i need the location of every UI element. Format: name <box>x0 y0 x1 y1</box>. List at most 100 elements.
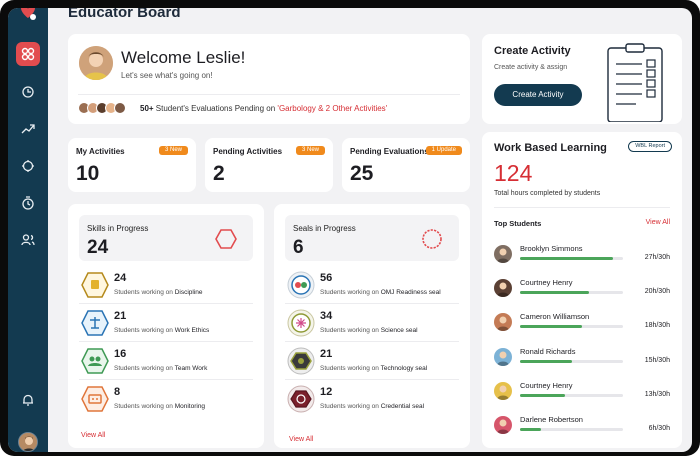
student-name: Courtney Henry <box>520 278 573 288</box>
working-text: Students working on <box>114 327 175 334</box>
working-text: Students working on <box>114 365 175 372</box>
seal-name: Technology seal <box>380 365 428 372</box>
create-activity-title: Create Activity <box>494 45 571 57</box>
student-avatar <box>494 245 512 263</box>
student-row[interactable]: Cameron Williamson 18h/30h <box>494 310 670 340</box>
skill-item[interactable]: 21 Students working on Work Ethics <box>79 306 253 342</box>
pending-count: 50+ <box>140 104 154 113</box>
stat-badge: 1 Update <box>425 146 462 155</box>
stat-label: Pending Activities <box>213 147 283 156</box>
seal-name: OMJ Readiness seal <box>380 289 441 296</box>
work-ethics-icon <box>81 310 109 336</box>
seal-count: 34 <box>320 310 333 322</box>
student-progress-fill <box>520 291 589 295</box>
nav-schedule[interactable] <box>16 191 40 215</box>
user-avatar[interactable] <box>18 432 38 452</box>
nav-progress[interactable] <box>16 117 40 141</box>
skill-desc: Students working on Team Work <box>114 365 207 372</box>
trending-up-icon <box>21 124 35 134</box>
student-name: Cameron Williamson <box>520 312 590 322</box>
stat-label: My Activities <box>76 147 125 156</box>
skill-item[interactable]: 16 Students working on Team Work <box>79 344 253 380</box>
pending-text: Student's Evaluations Pending on <box>153 104 278 113</box>
student-name: Ronald Richards <box>520 346 576 356</box>
skills-view-all-link[interactable]: View All <box>81 432 105 439</box>
stat-badge: 3 New <box>158 146 188 155</box>
student-avatar <box>494 313 512 332</box>
skills-summary: Skills in Progress 24 <box>79 215 253 261</box>
seals-view-all-link[interactable]: View All <box>289 436 313 443</box>
student-progress-fill <box>520 257 613 260</box>
create-activity-button[interactable]: Create Activity <box>494 84 582 106</box>
technology-seal-icon <box>287 347 315 375</box>
wbl-total-hours: 124 <box>494 160 533 186</box>
welcome-card: Welcome Leslie! Let's see what's going o… <box>68 34 470 124</box>
seal-count: 56 <box>320 272 333 284</box>
pending-activities-link[interactable]: 'Garbology & 2 Other Activities' <box>277 104 387 113</box>
seal-name: Credential seal <box>380 403 425 410</box>
skill-item[interactable]: 8 Students working on Monitoring <box>79 382 253 418</box>
skill-count: 21 <box>114 310 127 322</box>
nav-activities[interactable] <box>16 80 40 104</box>
nav-users[interactable] <box>16 228 40 252</box>
stat-pending-evaluations[interactable]: Pending Evaluations 1 Update 25 <box>342 138 470 192</box>
seal-desc: Students working on Credential seal <box>320 403 424 410</box>
create-activity-card: Create Activity Create activity & assign… <box>482 34 682 124</box>
nav-seals[interactable] <box>16 154 40 178</box>
wbl-report-button[interactable]: WBL Report <box>628 141 672 152</box>
team-work-icon <box>81 348 109 374</box>
student-progress-fill <box>520 393 565 397</box>
student-avatar <box>114 102 126 114</box>
stat-value: 2 <box>213 162 225 185</box>
student-name: Courtney Henry <box>520 380 573 390</box>
divider <box>78 94 460 95</box>
student-hours: 27h/30h <box>644 254 670 261</box>
seal-item[interactable]: 21 Students working on Technology seal <box>285 344 459 380</box>
student-row[interactable]: Brooklyn Simmons 27h/30h <box>494 242 670 272</box>
discipline-icon <box>81 272 109 298</box>
stat-label: Pending Evaluations <box>350 147 429 156</box>
student-row[interactable]: Courtney Henry 13h/30h <box>494 379 670 409</box>
nav-dashboard[interactable] <box>16 42 40 66</box>
student-progress-bar <box>520 257 623 260</box>
hexagon-icon <box>215 229 237 249</box>
seal-desc: Students working on Technology seal <box>320 365 427 372</box>
student-progress-bar <box>520 428 623 431</box>
pending-evaluations-text: 50+ Student's Evaluations Pending on 'Ga… <box>140 104 387 113</box>
student-hours: 13h/30h <box>644 390 670 398</box>
student-progress-bar <box>520 359 623 363</box>
top-students-label: Top Students <box>494 219 542 228</box>
student-row[interactable]: Ronald Richards 15h/30h <box>494 345 670 375</box>
wbl-title: Work Based Learning <box>494 142 607 154</box>
stat-my-activities[interactable]: My Activities 3 New 10 <box>68 138 196 192</box>
stat-pending-activities[interactable]: Pending Activities 3 New 2 <box>205 138 333 192</box>
welcome-avatar <box>79 46 113 80</box>
skill-item[interactable]: 24 Students working on Discipline <box>79 268 253 304</box>
welcome-title: Welcome Leslie! <box>121 48 246 67</box>
student-avatar <box>494 279 512 298</box>
nav-notifications[interactable] <box>16 388 40 412</box>
skill-count: 16 <box>114 348 127 360</box>
student-hours: 6h/30h <box>648 425 670 432</box>
student-hours: 18h/30h <box>644 322 670 330</box>
seal-name: Science seal <box>380 327 418 334</box>
student-name: Darlene Robertson <box>520 415 583 424</box>
student-row[interactable]: Darlene Robertson 6h/30h <box>494 413 670 443</box>
skill-name: Team Work <box>174 365 208 372</box>
student-avatar <box>494 416 512 434</box>
seal-icon <box>422 229 442 249</box>
skill-count: 8 <box>114 386 121 398</box>
seals-summary: Seals in Progress 6 <box>285 215 459 261</box>
seal-item[interactable]: 34 Students working on Science seal <box>285 306 459 342</box>
seal-item[interactable]: 56 Students working on OMJ Readiness sea… <box>285 268 459 304</box>
create-activity-subtitle: Create activity & assign <box>494 64 568 71</box>
top-students-view-all-link[interactable]: View All <box>646 219 670 226</box>
dashboard-icon <box>21 47 35 61</box>
clipboard-icon <box>607 43 663 122</box>
student-row[interactable]: Courtney Henry 20h/30h <box>494 276 670 306</box>
student-hours: 20h/30h <box>644 288 670 296</box>
seal-item[interactable]: 12 Students working on Credential seal <box>285 382 459 418</box>
working-text: Students working on <box>320 327 381 334</box>
student-hours: 15h/30h <box>644 356 670 364</box>
users-icon <box>21 234 35 246</box>
